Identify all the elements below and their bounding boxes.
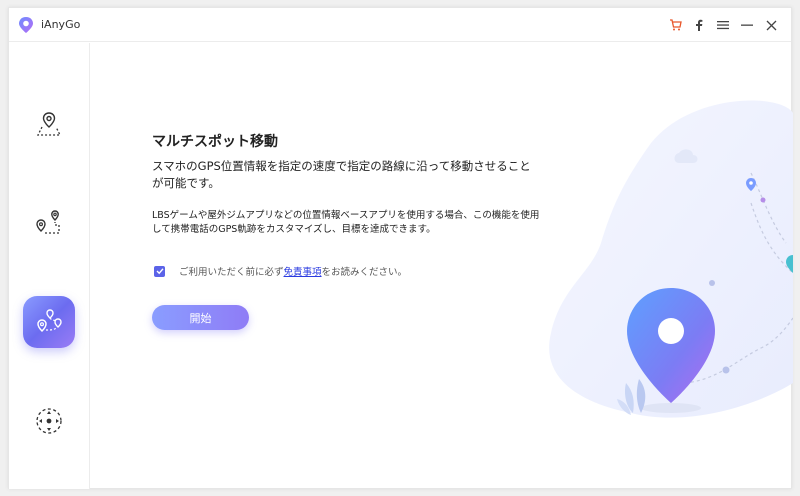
cart-button[interactable] [663, 16, 687, 34]
disclaimer-link[interactable]: 免責事項 [284, 264, 322, 278]
agreement-suffix: をお読みください。 [321, 267, 408, 278]
joystick-icon [36, 408, 62, 434]
facebook-icon [696, 19, 703, 31]
agreement-checkbox[interactable] [154, 265, 165, 277]
minimize-button[interactable] [735, 16, 759, 34]
title-bar: iAnyGo [9, 8, 791, 42]
sidebar-item-two-spot[interactable] [23, 198, 75, 250]
start-button[interactable]: 開始 [152, 305, 249, 330]
close-icon [766, 20, 776, 30]
agreement-row: ご利用いただく前に必ず 免責事項 をお読みください。 [154, 264, 407, 278]
sidebar-item-teleport[interactable] [23, 98, 75, 150]
app-logo-icon [19, 17, 33, 33]
close-button[interactable] [759, 16, 783, 34]
agreement-prefix: ご利用いただく前に必ず [179, 267, 284, 278]
app-window: iAnyGo マルチスポット移動 スマホのGPS位置情報を指定の速度で指定の路線… [8, 7, 793, 489]
menu-icon [717, 21, 729, 30]
main-content: マルチスポット移動 スマホのGPS位置情報を指定の速度で指定の路線に沿って移動さ… [91, 43, 793, 489]
sidebar [9, 43, 90, 489]
feature-description: スマホのGPS位置情報を指定の速度で指定の路線に沿って移動させることが可能です。 [152, 159, 531, 190]
location-pin-icon [36, 112, 62, 136]
title-actions [663, 16, 783, 34]
map-route-illustration [549, 100, 793, 418]
sidebar-item-multi-spot[interactable] [23, 296, 75, 348]
minimize-icon [741, 24, 753, 26]
multi-spot-route-icon [37, 309, 62, 333]
two-spot-route-icon [36, 210, 60, 234]
cart-icon [669, 19, 682, 31]
sidebar-item-joystick[interactable] [23, 395, 75, 447]
facebook-button[interactable] [687, 16, 711, 34]
menu-button[interactable] [711, 16, 735, 34]
feature-detail: LBSゲームや屋外ジムアプリなどの位置情報ベースアプリを使用する場合、この機能を… [152, 210, 540, 235]
app-title: iAnyGo [41, 18, 81, 31]
checkmark-icon [156, 268, 164, 275]
page-title: マルチスポット移動 [152, 134, 278, 150]
